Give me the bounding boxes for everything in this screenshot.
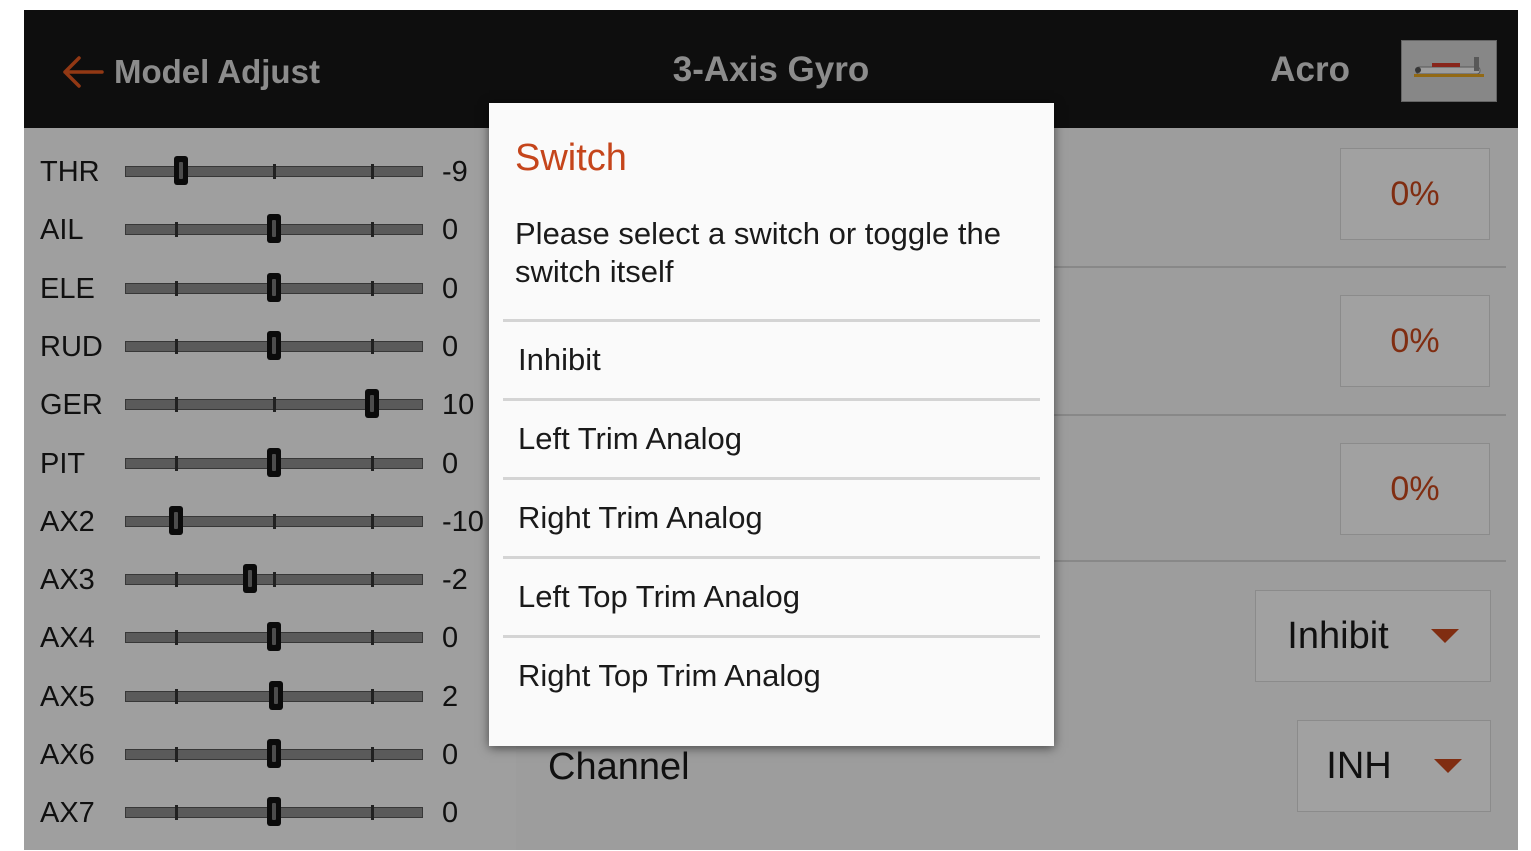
switch-option-label: Right Trim Analog — [518, 500, 763, 535]
switch-option[interactable]: Left Top Trim Analog — [503, 559, 1040, 635]
switch-option-label: Inhibit — [518, 342, 601, 377]
switch-option-label: Left Top Trim Analog — [518, 579, 801, 614]
switch-option[interactable]: Right Top Trim Analog — [503, 638, 1040, 714]
switch-option-label: Right Top Trim Analog — [518, 658, 821, 693]
switch-option-label: Left Trim Analog — [518, 421, 743, 456]
screen: Model Adjust 3-Axis Gyro Acro THR -9 AIL 0 E… — [24, 10, 1518, 850]
dialog-message: Please select a switch or toggle the swi… — [515, 216, 1001, 289]
switch-dialog: Switch Please select a switch or toggle … — [489, 103, 1054, 746]
switch-option[interactable]: Right Trim Analog — [503, 480, 1040, 556]
switch-option[interactable]: Inhibit — [503, 322, 1040, 398]
switch-option[interactable]: Left Trim Analog — [503, 401, 1040, 477]
dialog-title: Switch — [515, 137, 627, 179]
